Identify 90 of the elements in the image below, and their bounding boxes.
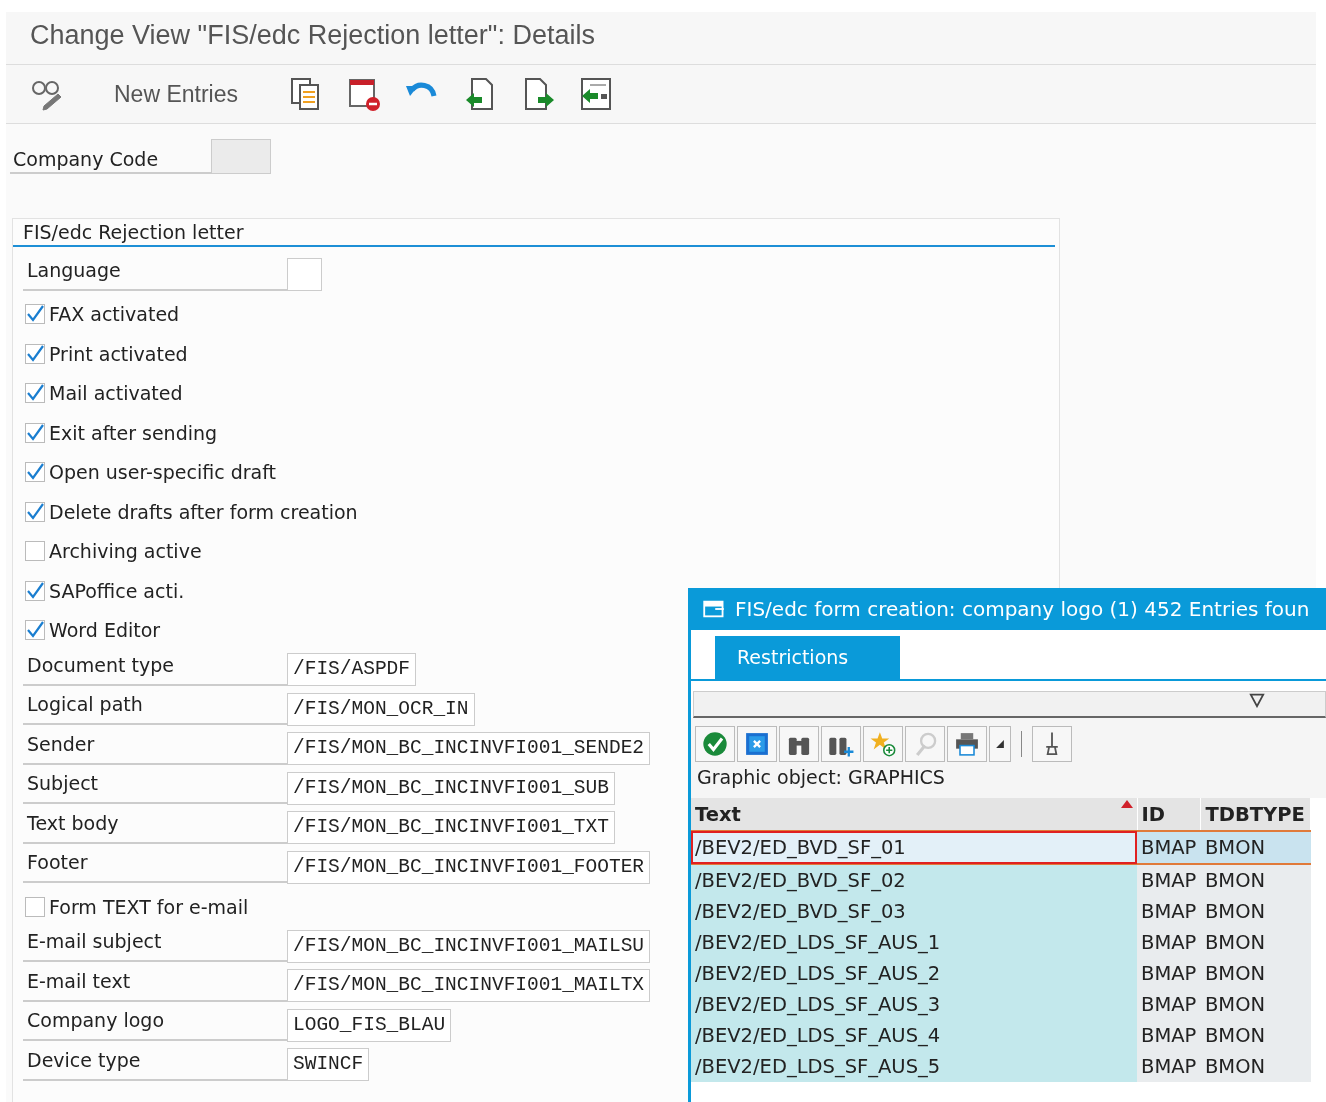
collapsed-panel-bar[interactable] bbox=[693, 691, 1326, 718]
table-row[interactable]: /BEV2/ED_LDS_SF_AUS_4 BMAP BMON bbox=[691, 1020, 1311, 1051]
checkbox-label: Delete drafts after form creation bbox=[49, 500, 358, 523]
table-cell: /BEV2/ED_BVD_SF_02 bbox=[691, 864, 1137, 896]
table-cell: BMAP bbox=[1137, 896, 1201, 927]
checkbox-label: Open user-specific draft bbox=[49, 461, 277, 484]
checkbox-label: Exit after sending bbox=[49, 421, 218, 444]
table-cell: BMAP bbox=[1137, 1051, 1201, 1082]
input-field[interactable]: /FIS/MON_BC_INCINVFI001_SUB bbox=[287, 771, 615, 805]
table-cell: /BEV2/ED_BVD_SF_03 bbox=[691, 896, 1137, 927]
info-text: Graphic object: GRAPHICS bbox=[691, 762, 1326, 798]
table-cell: BMAP bbox=[1137, 1020, 1201, 1051]
input-field[interactable]: /FIS/MON_BC_INCINVFI001_SENDE2 bbox=[287, 732, 651, 766]
star-plus-icon bbox=[869, 730, 897, 758]
cancel-button[interactable] bbox=[737, 726, 777, 762]
table-cell: /BEV2/ED_LDS_SF_AUS_1 bbox=[691, 927, 1137, 958]
input-field[interactable] bbox=[211, 139, 271, 174]
group-title: FIS/edc Rejection letter bbox=[13, 219, 1055, 247]
table-cell: BMAP bbox=[1137, 927, 1201, 958]
printer-button[interactable] bbox=[947, 726, 987, 762]
input-field[interactable]: /FIS/MON_BC_INCINVFI001_FOOTER bbox=[287, 850, 651, 884]
table-row[interactable]: /BEV2/ED_LDS_SF_AUS_3 BMAP BMON bbox=[691, 989, 1311, 1020]
checkbox-label: Word Editor bbox=[49, 619, 161, 642]
delete-icon[interactable] bbox=[346, 76, 382, 112]
checkbox-label: Mail activated bbox=[49, 382, 183, 405]
checkbox[interactable] bbox=[25, 304, 45, 325]
table-row[interactable]: /BEV2/ED_BVD_SF_01 BMAP BMON bbox=[691, 831, 1311, 864]
table-cell: /BEV2/ED_LDS_SF_AUS_3 bbox=[691, 989, 1137, 1020]
checkbox[interactable] bbox=[25, 896, 45, 917]
filter-button[interactable] bbox=[1032, 726, 1072, 762]
table-cell: BMON bbox=[1200, 927, 1311, 958]
table-cell: BMAP bbox=[1137, 989, 1201, 1020]
column-header[interactable]: Text bbox=[691, 798, 1137, 831]
checkbox[interactable] bbox=[25, 501, 45, 522]
input-field[interactable]: /FIS/MON_OCR_IN bbox=[287, 692, 475, 726]
dropdown-triangle-icon bbox=[995, 739, 1005, 749]
checkbox-label: SAPoffice acti. bbox=[49, 579, 185, 602]
column-header[interactable]: ID bbox=[1137, 798, 1201, 831]
column-header[interactable]: TDBTYPE bbox=[1200, 798, 1311, 831]
table-cell: /BEV2/ED_LDS_SF_AUS_2 bbox=[691, 958, 1137, 989]
checkbox-label: Form TEXT for e-mail bbox=[49, 895, 249, 918]
checkbox[interactable] bbox=[25, 462, 45, 483]
table-cell: BMAP bbox=[1137, 831, 1201, 864]
checkbox[interactable] bbox=[25, 383, 45, 404]
dropdown-button[interactable] bbox=[989, 726, 1011, 762]
table-row[interactable]: /BEV2/ED_LDS_SF_AUS_2 BMAP BMON bbox=[691, 958, 1311, 989]
checkbox-label: Archiving active bbox=[49, 540, 202, 563]
table-row[interactable]: /BEV2/ED_BVD_SF_02 BMAP BMON bbox=[691, 864, 1311, 896]
table-cell: BMON bbox=[1200, 1020, 1311, 1051]
table-row[interactable]: /BEV2/ED_LDS_SF_AUS_5 BMAP BMON bbox=[691, 1051, 1311, 1082]
input-field[interactable]: LOGO_FIS_BLAU bbox=[287, 1008, 452, 1042]
input-field[interactable]: /FIS/ASPDF bbox=[287, 653, 417, 687]
checkbox[interactable] bbox=[25, 620, 45, 641]
sort-ascending-icon bbox=[1120, 800, 1133, 808]
dialog-title: FIS/edc form creation: company logo (1) 452 Entries foun bbox=[735, 597, 1310, 621]
checkbox[interactable] bbox=[25, 580, 45, 601]
input-field[interactable]: /FIS/MON_BC_INCINVFI001_TXT bbox=[287, 811, 615, 845]
input-field[interactable]: /FIS/MON_BC_INCINVFI001_MAILTX bbox=[287, 969, 651, 1003]
cancel-icon bbox=[743, 730, 771, 758]
table-row[interactable]: /BEV2/ED_BVD_SF_03 BMAP BMON bbox=[691, 896, 1311, 927]
table-cell: BMAP bbox=[1137, 864, 1201, 896]
check-icon bbox=[701, 730, 729, 758]
checkbox[interactable] bbox=[25, 541, 45, 562]
table-row[interactable]: /BEV2/ED_LDS_SF_AUS_1 BMAP BMON bbox=[691, 927, 1311, 958]
input-field[interactable] bbox=[287, 258, 322, 292]
checkbox[interactable] bbox=[25, 422, 45, 443]
star-plus-button[interactable] bbox=[863, 726, 903, 762]
new-entries-button[interactable]: New Entries bbox=[88, 80, 266, 108]
table-cell: BMAP bbox=[1137, 958, 1201, 989]
checkbox-label: FAX activated bbox=[49, 303, 180, 326]
binoculars-button[interactable] bbox=[779, 726, 819, 762]
printer-icon bbox=[953, 730, 981, 758]
expand-triangle-icon[interactable] bbox=[1249, 692, 1265, 708]
checkbox-label: Print activated bbox=[49, 342, 188, 365]
table-cell: /BEV2/ED_LDS_SF_AUS_4 bbox=[691, 1020, 1137, 1051]
select-icon[interactable] bbox=[578, 76, 614, 112]
input-field[interactable]: /FIS/MON_BC_INCINVFI001_MAILSU bbox=[287, 929, 651, 963]
table-cell: /BEV2/ED_BVD_SF_01 bbox=[691, 831, 1137, 864]
input-field[interactable]: SWINCF bbox=[287, 1048, 370, 1082]
window-icon bbox=[701, 598, 727, 620]
binoculars-plus-button[interactable] bbox=[821, 726, 861, 762]
table-cell: BMON bbox=[1200, 1051, 1311, 1082]
checkbox[interactable] bbox=[25, 343, 45, 364]
table-cell: BMON bbox=[1200, 831, 1311, 864]
check-button[interactable] bbox=[695, 726, 735, 762]
table-cell: BMON bbox=[1200, 896, 1311, 927]
table-cell: BMON bbox=[1200, 989, 1311, 1020]
table-cell: BMON bbox=[1200, 864, 1311, 896]
table-cell: /BEV2/ED_LDS_SF_AUS_5 bbox=[691, 1051, 1137, 1082]
table-cell: BMON bbox=[1200, 958, 1311, 989]
